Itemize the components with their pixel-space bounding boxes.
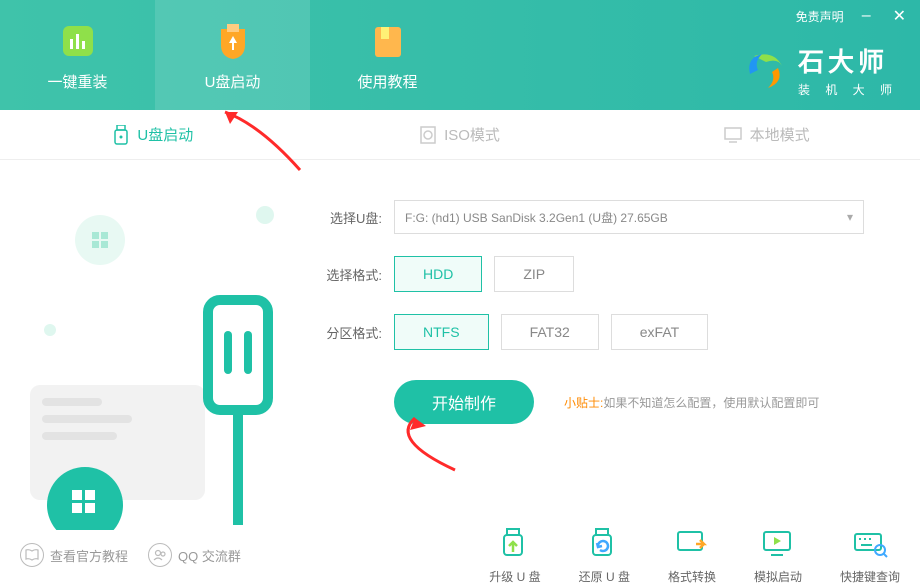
usb-restore-icon: [586, 526, 622, 562]
format-label: 选择格式:: [310, 265, 382, 284]
brand-title: 石大师: [798, 42, 898, 79]
book-icon: [366, 19, 410, 63]
footer-tools: 升级 U 盘 还原 U 盘 格式转换 模拟启动 快捷键查询: [489, 526, 900, 585]
chevron-down-icon: ▾: [847, 210, 853, 224]
form-area: 选择U盘: F:G: (hd1) USB SanDisk 3.2Gen1 (U盘…: [300, 160, 920, 530]
partition-option-fat32[interactable]: FAT32: [501, 314, 599, 350]
tool-format-convert[interactable]: 格式转换: [668, 526, 716, 585]
tab-label: ISO模式: [444, 124, 500, 145]
tool-simulate-boot[interactable]: 模拟启动: [754, 526, 802, 585]
tool-label: 模拟启动: [754, 568, 802, 585]
tip-text: 如果不知道怎么配置，使用默认配置即可: [603, 396, 819, 410]
nav-label: 一键重装: [47, 71, 107, 92]
close-button[interactable]: ✕: [889, 6, 910, 26]
nav-usb-boot[interactable]: U盘启动: [155, 0, 310, 110]
nav-label: U盘启动: [205, 71, 261, 92]
usb-icon: [113, 125, 129, 145]
nav-tutorial[interactable]: 使用教程: [310, 0, 465, 110]
main-content: 选择U盘: F:G: (hd1) USB SanDisk 3.2Gen1 (U盘…: [0, 160, 920, 530]
footer-link-label: QQ 交流群: [178, 546, 241, 565]
tip: 小贴士:如果不知道怎么配置，使用默认配置即可: [564, 394, 819, 411]
tool-label: 升级 U 盘: [489, 568, 540, 585]
book-open-icon: [20, 543, 44, 567]
convert-icon: [674, 526, 710, 562]
footer-qq-link[interactable]: QQ 交流群: [148, 543, 241, 567]
tab-label: 本地模式: [750, 124, 810, 145]
footer: 查看官方教程 QQ 交流群 升级 U 盘 还原 U 盘 格式转换 模拟启动 快: [0, 530, 920, 580]
footer-link-label: 查看官方教程: [50, 546, 128, 565]
format-option-hdd[interactable]: HDD: [394, 256, 482, 292]
tab-label: U盘启动: [137, 124, 193, 145]
tool-label: 快捷键查询: [840, 568, 900, 585]
brand-logo-icon: [744, 48, 788, 92]
tab-usb-boot[interactable]: U盘启动: [0, 110, 307, 159]
disk-label: 选择U盘:: [310, 208, 382, 227]
usb-up-icon: [497, 526, 533, 562]
disk-select[interactable]: F:G: (hd1) USB SanDisk 3.2Gen1 (U盘) 27.6…: [394, 200, 864, 234]
start-button[interactable]: 开始制作: [394, 380, 534, 424]
app-header: 一键重装 U盘启动 使用教程 免责声明 – ✕ 石大师 装 机 大 师: [0, 0, 920, 110]
bar-chart-icon: [56, 19, 100, 63]
partition-option-exfat[interactable]: exFAT: [611, 314, 708, 350]
tool-label: 格式转换: [668, 568, 716, 585]
tool-restore-usb[interactable]: 还原 U 盘: [579, 526, 630, 585]
people-icon: [148, 543, 172, 567]
iso-icon: [420, 126, 436, 144]
minimize-button[interactable]: –: [858, 7, 875, 25]
tab-iso[interactable]: ISO模式: [307, 110, 614, 159]
monitor-icon: [724, 127, 742, 143]
tool-upgrade-usb[interactable]: 升级 U 盘: [489, 526, 540, 585]
mode-tabs: U盘启动 ISO模式 本地模式: [0, 110, 920, 160]
partition-label: 分区格式:: [310, 323, 382, 342]
tip-label: 小贴士:: [564, 396, 603, 410]
footer-tutorial-link[interactable]: 查看官方教程: [20, 543, 128, 567]
tool-hotkey-lookup[interactable]: 快捷键查询: [840, 526, 900, 585]
monitor-play-icon: [760, 526, 796, 562]
window-controls: 免责声明 – ✕: [796, 6, 910, 26]
disclaimer-link[interactable]: 免责声明: [796, 8, 844, 25]
disk-value: F:G: (hd1) USB SanDisk 3.2Gen1 (U盘) 27.6…: [405, 209, 668, 226]
usb-shield-icon: [211, 19, 255, 63]
tool-label: 还原 U 盘: [579, 568, 630, 585]
illustration: [0, 160, 300, 530]
partition-option-ntfs[interactable]: NTFS: [394, 314, 489, 350]
nav-label: 使用教程: [357, 71, 417, 92]
keyboard-search-icon: [852, 526, 888, 562]
brand: 石大师 装 机 大 师: [744, 42, 898, 98]
nav-reinstall[interactable]: 一键重装: [0, 0, 155, 110]
brand-subtitle: 装 机 大 师: [798, 81, 898, 98]
format-option-zip[interactable]: ZIP: [494, 256, 574, 292]
tab-local[interactable]: 本地模式: [613, 110, 920, 159]
